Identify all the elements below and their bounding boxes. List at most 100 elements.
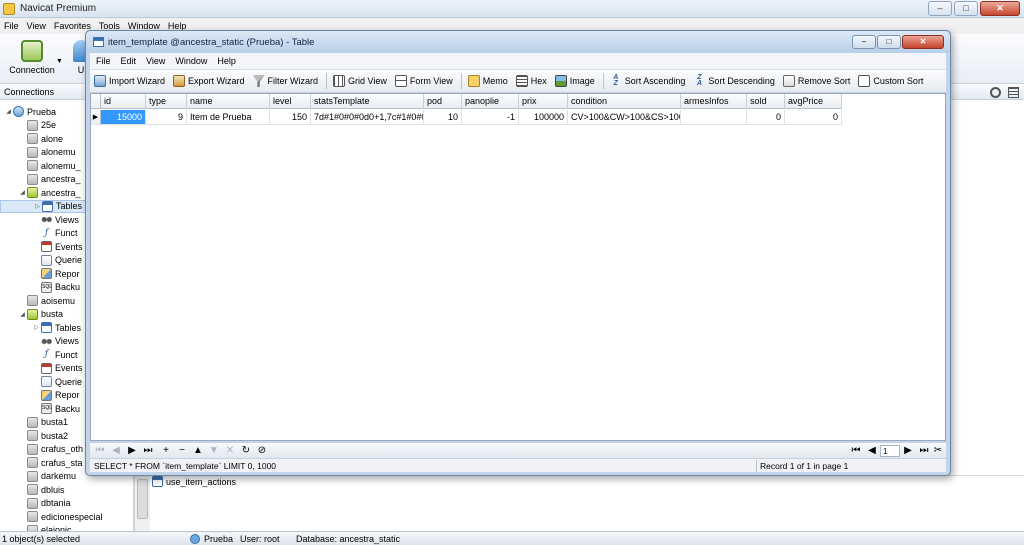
menu-file[interactable]: File	[4, 18, 19, 34]
expander-icon[interactable]: ◢	[18, 311, 27, 318]
add-record-icon[interactable]: +	[160, 444, 172, 458]
next-page-icon[interactable]: ▶	[902, 444, 914, 458]
column-header-statsTemplate[interactable]: statsTemplate	[311, 94, 424, 109]
tree-item[interactable]: SQL Backu	[32, 402, 80, 415]
last-record-icon[interactable]: ⏭	[142, 444, 154, 458]
tree-item[interactable]: dbluis	[18, 483, 65, 496]
tree-item[interactable]: Querie	[32, 254, 82, 267]
tree-item[interactable]: busta1	[18, 416, 68, 429]
tree-item[interactable]: Views	[32, 335, 79, 348]
column-header-sold[interactable]: sold	[747, 94, 785, 109]
apply-changes-icon[interactable]: ▲	[192, 444, 204, 458]
tree-item[interactable]: Querie	[32, 375, 82, 388]
grid-cell-type[interactable]: 9	[146, 110, 187, 125]
grid-cell-panoplie[interactable]: -1	[462, 110, 519, 125]
menu-view[interactable]: View	[27, 18, 46, 34]
hex-button[interactable]: Hex	[515, 75, 547, 87]
tree-item[interactable]: Repor	[32, 389, 80, 402]
page-number-input[interactable]	[880, 445, 900, 457]
column-header-panoplie[interactable]: panoplie	[462, 94, 519, 109]
grid-cell-pod[interactable]: 10	[424, 110, 462, 125]
grid-cell-id[interactable]: 15000	[101, 110, 146, 125]
column-header-type[interactable]: type	[146, 94, 187, 109]
form-view-button[interactable]: Form View	[394, 75, 453, 87]
grid-cell-level[interactable]: 150	[270, 110, 311, 125]
object-view-icon[interactable]	[1008, 87, 1019, 98]
grid-cell-condition[interactable]: CV>100&CW>100&CS>100	[568, 110, 681, 125]
expander-icon[interactable]: ◢	[18, 189, 27, 196]
child-menu-help[interactable]: Help	[217, 53, 236, 69]
sort-ascending-button[interactable]: A Z Sort Ascending	[610, 74, 685, 87]
refresh-icon[interactable]: ↻	[240, 444, 252, 458]
column-header-avgPrice[interactable]: avgPrice	[785, 94, 842, 109]
connection-button[interactable]: Connection	[6, 40, 58, 75]
tree-item[interactable]: SQL Backu	[32, 281, 80, 294]
tree-item[interactable]: alonemu_	[18, 159, 81, 172]
expander-icon[interactable]: ▷	[33, 203, 42, 210]
grid-cell-name[interactable]: Item de Prueba	[187, 110, 270, 125]
grid-cell-sold[interactable]: 0	[747, 110, 785, 125]
column-header-pod[interactable]: pod	[424, 94, 462, 109]
custom-sort-button[interactable]: Custom Sort	[858, 75, 923, 87]
tree-item[interactable]: ƒ Funct	[32, 227, 78, 240]
tree-item[interactable]: alonemu	[18, 146, 76, 159]
import-wizard-button[interactable]: Import Wizard	[94, 75, 165, 87]
memo-button[interactable]: Memo	[467, 75, 508, 87]
tree-item[interactable]: darkemu	[18, 470, 76, 483]
grid-cell-armesInfos[interactable]	[681, 110, 747, 125]
tree-item[interactable]: edicionespecial	[18, 510, 103, 523]
column-header-condition[interactable]: condition	[568, 94, 681, 109]
sort-descending-button[interactable]: Z A Sort Descending	[693, 74, 775, 87]
search-icon[interactable]	[990, 87, 1001, 98]
filter-wizard-button[interactable]: Filter Wizard	[252, 75, 318, 87]
first-page-icon[interactable]: ⏮	[850, 444, 862, 458]
tree-item[interactable]: ◢ busta	[18, 308, 63, 321]
expander-icon[interactable]: ▷	[32, 324, 41, 331]
tree-scrollbar-thumb[interactable]	[137, 479, 148, 519]
tree-item[interactable]: aoisemu	[18, 294, 75, 307]
column-header-armesInfos[interactable]: armesInfos	[681, 94, 747, 109]
column-header-prix[interactable]: prix	[519, 94, 568, 109]
first-record-icon[interactable]: ⏮	[94, 444, 106, 458]
tree-item[interactable]: crafus_sta	[18, 456, 83, 469]
tree-item[interactable]: ancestra_	[18, 173, 81, 186]
tree-item[interactable]: crafus_oth	[18, 443, 83, 456]
tree-item[interactable]: alone	[18, 132, 63, 145]
image-button[interactable]: Image	[554, 75, 595, 87]
expander-icon[interactable]: ◢	[4, 108, 13, 115]
current-row-indicator[interactable]: ▶	[91, 110, 101, 125]
tree-item[interactable]: Views	[32, 213, 79, 226]
table-item-use-item-actions[interactable]: use_item_actions	[152, 476, 236, 487]
close-button[interactable]: ✕	[980, 1, 1020, 16]
next-record-icon[interactable]: ▶	[126, 444, 138, 458]
remove-sort-button[interactable]: Remove Sort	[782, 75, 850, 87]
tools-icon[interactable]: ✂	[932, 444, 944, 458]
grid-cell-statsTemplate[interactable]: 7d#1#0#0#0d0+1,7c#1#0#0	[311, 110, 424, 125]
child-close-button[interactable]: ✕	[902, 35, 944, 49]
prev-record-icon[interactable]: ◀	[110, 444, 122, 458]
child-menu-file[interactable]: File	[96, 53, 111, 69]
tree-item[interactable]: ◢ ancestra_	[18, 186, 81, 199]
grid-cell-avgPrice[interactable]: 0	[785, 110, 842, 125]
export-wizard-button[interactable]: Export Wizard	[173, 75, 245, 87]
column-header-level[interactable]: level	[270, 94, 311, 109]
tree-item[interactable]: ▷ Tables	[32, 321, 81, 334]
child-menu-view[interactable]: View	[146, 53, 165, 69]
tree-item[interactable]: ƒ Funct	[32, 348, 78, 361]
child-maximize-button[interactable]: □	[877, 35, 901, 49]
prev-page-icon[interactable]: ◀	[866, 444, 878, 458]
tree-item[interactable]: ◢ Prueba	[4, 105, 56, 118]
stop-icon[interactable]: ✕	[224, 444, 236, 458]
tree-item[interactable]: busta2	[18, 429, 68, 442]
child-menu-edit[interactable]: Edit	[121, 53, 137, 69]
column-header-name[interactable]: name	[187, 94, 270, 109]
tree-item[interactable]: Events	[32, 240, 83, 253]
child-menu-window[interactable]: Window	[175, 53, 207, 69]
tree-item[interactable]: dbtania	[18, 497, 71, 510]
discard-changes-icon[interactable]: ▼	[208, 444, 220, 458]
grid-cell-prix[interactable]: 100000	[519, 110, 568, 125]
last-page-icon[interactable]: ⏭	[918, 444, 930, 458]
grid-view-button[interactable]: Grid View	[333, 75, 387, 87]
column-header-id[interactable]: id	[101, 94, 146, 109]
connection-dropdown-arrow-icon[interactable]: ▼	[56, 58, 63, 65]
